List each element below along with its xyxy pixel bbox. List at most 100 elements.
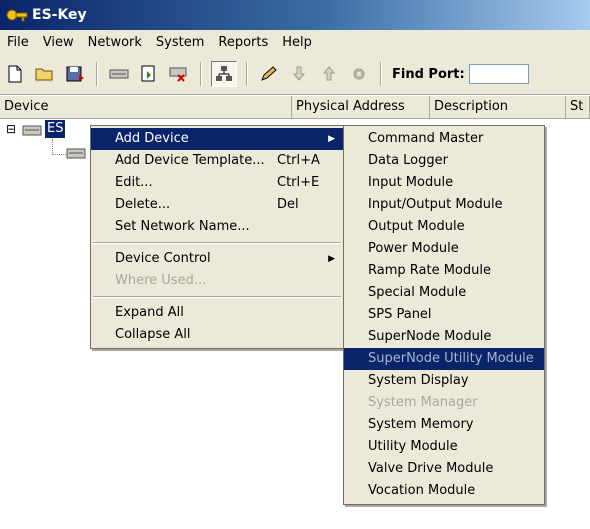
submenu-item-ramp-rate-module[interactable]: Ramp Rate Module bbox=[344, 260, 544, 282]
menu-item-device-control[interactable]: Device Control ▶ bbox=[91, 248, 343, 270]
toolbar: Find Port: bbox=[0, 54, 590, 95]
menu-item-label: Set Network Name... bbox=[115, 219, 250, 234]
save-icon[interactable] bbox=[63, 62, 87, 86]
submenu-item-power-module[interactable]: Power Module bbox=[344, 238, 544, 260]
submenu-item-label: Input Module bbox=[368, 175, 454, 190]
menu-item-label: Delete... bbox=[115, 197, 171, 212]
submenu-item-label: Data Logger bbox=[368, 153, 448, 168]
submenu-item-system-display[interactable]: System Display bbox=[344, 370, 544, 392]
submenu-item-valve-drive-module[interactable]: Valve Drive Module bbox=[344, 458, 544, 480]
submenu-item-supernode-module[interactable]: SuperNode Module bbox=[344, 326, 544, 348]
submenu-item-sps-panel[interactable]: SPS Panel bbox=[344, 304, 544, 326]
list-header: Device Physical Address Description St bbox=[0, 96, 590, 119]
menu-item-shortcut: Del bbox=[277, 197, 299, 212]
menu-system[interactable]: System bbox=[149, 35, 211, 50]
tree-line bbox=[52, 139, 54, 155]
new-icon[interactable] bbox=[3, 62, 27, 86]
network-tree-icon[interactable] bbox=[211, 61, 237, 87]
submenu-item-label: Valve Drive Module bbox=[368, 461, 494, 476]
toolbar-separator bbox=[96, 62, 98, 86]
menu-item-expand-all[interactable]: Expand All bbox=[91, 302, 343, 324]
open-folder-icon[interactable] bbox=[33, 62, 57, 86]
context-menu: Add Device ▶ Add Device Template... Ctrl+A E… bbox=[90, 125, 344, 349]
submenu-item-supernode-utility-module: SuperNode Utility Module bbox=[344, 348, 544, 370]
key-icon bbox=[6, 9, 28, 22]
submenu-item-label: SuperNode Utility Module bbox=[368, 351, 534, 366]
submenu-item-label: SuperNode Module bbox=[368, 329, 492, 344]
submenu-item-input-output-module[interactable]: Input/Output Module bbox=[344, 194, 544, 216]
toolbar-separator bbox=[200, 62, 202, 86]
upload-icon[interactable] bbox=[317, 62, 341, 86]
menu-item-label: Where Used... bbox=[115, 273, 207, 288]
submenu-arrow-icon: ▶ bbox=[328, 254, 335, 264]
submenu-item-vocation-module[interactable]: Vocation Module bbox=[344, 480, 544, 502]
menu-item-delete[interactable]: Delete... Del bbox=[91, 194, 343, 216]
menu-item-label: Edit... bbox=[115, 175, 153, 190]
menu-item-label: Expand All bbox=[115, 305, 184, 320]
column-device[interactable]: Device bbox=[0, 96, 292, 118]
submenu-item-label: System Display bbox=[368, 373, 469, 388]
submenu-item-label: Special Module bbox=[368, 285, 467, 300]
toolbar-separator bbox=[380, 62, 382, 86]
delete-device-icon[interactable] bbox=[167, 62, 191, 86]
collapse-expander-icon[interactable]: ⊟ bbox=[6, 122, 16, 136]
submenu-item-utility-module[interactable]: Utility Module bbox=[344, 436, 544, 458]
submenu-item-label: Power Module bbox=[368, 241, 459, 256]
submenu-item-system-memory[interactable]: System Memory bbox=[344, 414, 544, 436]
menu-separator bbox=[93, 296, 341, 298]
menu-separator bbox=[93, 242, 341, 244]
submenu-item-label: Utility Module bbox=[368, 439, 458, 454]
find-port-label: Find Port: bbox=[392, 66, 465, 82]
device-icon[interactable] bbox=[107, 62, 131, 86]
menu-help[interactable]: Help bbox=[275, 35, 319, 50]
menu-item-edit[interactable]: Edit... Ctrl+E bbox=[91, 172, 343, 194]
submenu-item-special-module[interactable]: Special Module bbox=[344, 282, 544, 304]
menu-item-label: Add Device bbox=[115, 131, 189, 146]
column-physical-address[interactable]: Physical Address bbox=[292, 96, 430, 118]
menu-item-set-network-name[interactable]: Set Network Name... bbox=[91, 216, 343, 238]
menu-item-add-device[interactable]: Add Device ▶ bbox=[91, 128, 343, 150]
menu-item-shortcut: Ctrl+A bbox=[277, 153, 320, 168]
submenu-item-label: Input/Output Module bbox=[368, 197, 503, 212]
toolbar-separator bbox=[246, 62, 248, 86]
menu-reports[interactable]: Reports bbox=[211, 35, 275, 50]
menu-item-label: Add Device Template... bbox=[115, 153, 265, 168]
submenu-item-label: Command Master bbox=[368, 131, 484, 146]
title-bar: ES-Key bbox=[0, 0, 590, 30]
submenu-item-label: Output Module bbox=[368, 219, 465, 234]
menu-item-where-used: Where Used... bbox=[91, 270, 343, 292]
submenu-item-command-master[interactable]: Command Master bbox=[344, 128, 544, 150]
network-device-icon bbox=[22, 125, 42, 136]
column-status[interactable]: St bbox=[566, 96, 590, 118]
submenu-arrow-icon: ▶ bbox=[328, 134, 335, 144]
menu-network[interactable]: Network bbox=[81, 35, 149, 50]
child-device-icon bbox=[66, 148, 86, 159]
submenu-item-input-module[interactable]: Input Module bbox=[344, 172, 544, 194]
submenu-item-label: System Memory bbox=[368, 417, 474, 432]
submenu-item-system-manager: System Manager bbox=[344, 392, 544, 414]
tree-root-label[interactable]: ES bbox=[45, 120, 66, 138]
tree-line bbox=[52, 154, 66, 156]
settings-gear-icon[interactable] bbox=[347, 62, 371, 86]
submenu-item-data-logger[interactable]: Data Logger bbox=[344, 150, 544, 172]
menu-item-shortcut: Ctrl+E bbox=[277, 175, 320, 190]
submenu-item-label: SPS Panel bbox=[368, 307, 432, 322]
menu-bar: File View Network System Reports Help bbox=[0, 30, 590, 54]
window-title: ES-Key bbox=[32, 7, 87, 23]
add-device-submenu: Command Master Data Logger Input Module Inp… bbox=[343, 125, 545, 505]
submenu-item-label: Ramp Rate Module bbox=[368, 263, 491, 278]
menu-item-label: Collapse All bbox=[115, 327, 191, 342]
submenu-item-output-module[interactable]: Output Module bbox=[344, 216, 544, 238]
menu-item-collapse-all[interactable]: Collapse All bbox=[91, 324, 343, 346]
menu-file[interactable]: File bbox=[0, 35, 36, 50]
menu-item-add-device-template[interactable]: Add Device Template... Ctrl+A bbox=[91, 150, 343, 172]
menu-view[interactable]: View bbox=[36, 35, 81, 50]
download-icon[interactable] bbox=[287, 62, 311, 86]
submenu-item-label: System Manager bbox=[368, 395, 478, 410]
device-template-icon[interactable] bbox=[137, 62, 161, 86]
submenu-item-label: Vocation Module bbox=[368, 483, 476, 498]
menu-item-label: Device Control bbox=[115, 251, 211, 266]
edit-pencil-icon[interactable] bbox=[257, 62, 281, 86]
column-description[interactable]: Description bbox=[430, 96, 566, 118]
find-port-input[interactable] bbox=[468, 64, 529, 84]
